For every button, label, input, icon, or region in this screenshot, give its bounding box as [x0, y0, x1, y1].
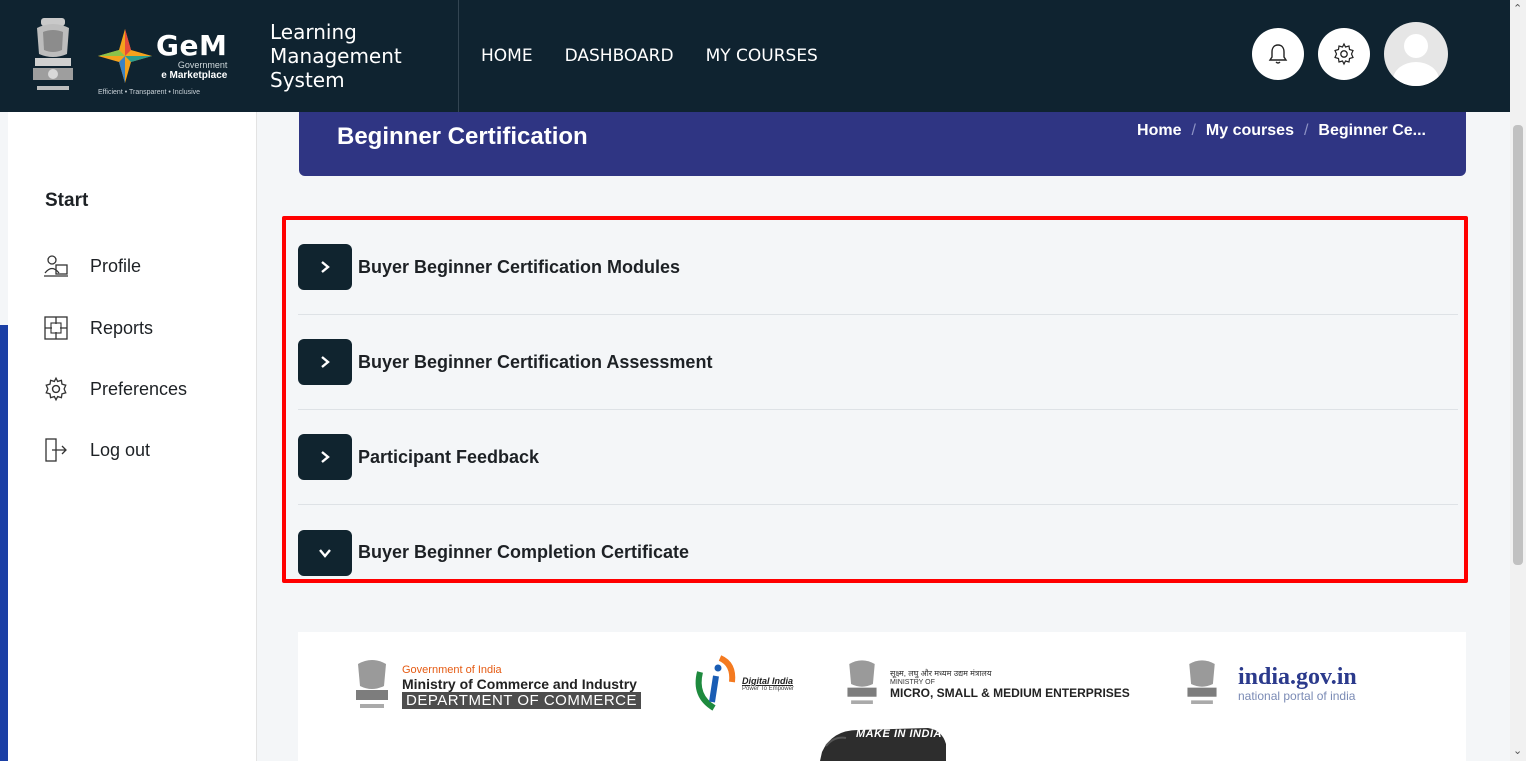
avatar-body — [1393, 62, 1439, 86]
sidebar-item-label: Log out — [90, 439, 151, 460]
section-title[interactable]: Participant Feedback — [358, 447, 539, 468]
emblem-icon — [847, 660, 877, 704]
sidebar-item-label: Reports — [90, 317, 154, 338]
sidebar-item-reports[interactable]: Reports — [42, 312, 153, 344]
section-toggle[interactable] — [298, 434, 352, 480]
section-toggle[interactable] — [298, 244, 352, 290]
digital-india-tagline: Power To Empower — [742, 686, 794, 692]
user-avatar[interactable] — [1384, 22, 1448, 86]
commerce-goi: Government of India — [402, 663, 502, 676]
gear-icon — [1334, 42, 1354, 66]
background-strip — [0, 325, 8, 761]
gem-star-icon — [98, 29, 152, 83]
digital-india-icon — [695, 655, 736, 711]
section-toggle[interactable] — [298, 339, 352, 385]
make-in-india-text: MAKE IN INDIA — [856, 728, 942, 740]
digital-india-title: Digital India — [742, 676, 794, 686]
chevron-right-icon — [321, 451, 330, 463]
scrollbar[interactable]: ⌃ ⌄ — [1510, 0, 1526, 761]
course-sections: Buyer Beginner Certification Modules Buy… — [282, 216, 1468, 583]
profile-icon — [42, 252, 70, 280]
bell-icon — [1268, 44, 1288, 64]
chevron-down-icon — [319, 548, 331, 558]
india-gov-main: india.gov.in — [1238, 664, 1357, 690]
footer-logos: Government of India Ministry of Commerce… — [298, 632, 1466, 761]
section-row[interactable]: Buyer Beginner Certification Modules — [298, 220, 1458, 315]
digital-india-logo[interactable]: Digital India Power To Empower — [690, 652, 794, 716]
nav-dashboard[interactable]: DASHBOARD — [565, 46, 674, 66]
section-row[interactable]: Participant Feedback — [298, 410, 1458, 505]
sidebar-item-profile[interactable]: Profile — [42, 250, 141, 282]
section-title[interactable]: Buyer Beginner Completion Certificate — [358, 542, 689, 563]
emblem-icon — [1187, 660, 1217, 704]
breadcrumb-my-courses[interactable]: My courses — [1206, 122, 1294, 140]
logout-icon — [42, 436, 70, 464]
gem-wordmark: GeM — [156, 28, 228, 62]
navbar-divider — [458, 0, 459, 112]
gear-icon — [42, 375, 70, 403]
sidebar-item-logout[interactable]: Log out — [42, 434, 150, 466]
breadcrumb-separator: / — [1191, 122, 1196, 139]
avatar-head — [1404, 34, 1428, 58]
user-controls — [1252, 22, 1448, 86]
page-header: Beginner Certification Home / My courses… — [299, 112, 1466, 176]
gem-sub2: e Marketplace — [161, 69, 228, 81]
msme-ministry-of: MINISTRY OF — [890, 679, 935, 686]
breadcrumb-home[interactable]: Home — [1137, 122, 1181, 140]
main-nav: HOME DASHBOARD MY COURSES — [481, 46, 818, 66]
gem-tagline: Efficient • Transparent • Inclusive — [98, 89, 201, 96]
emblem-icon — [356, 660, 388, 708]
gem-logo[interactable]: GeM Government e Marketplace Efficient •… — [96, 6, 248, 106]
sidebar-heading: Start — [45, 190, 89, 211]
section-title[interactable]: Buyer Beginner Certification Modules — [358, 257, 680, 278]
lms-title: Learning Management System — [270, 20, 402, 92]
section-row[interactable]: Buyer Beginner Completion Certificate — [298, 505, 1458, 600]
scroll-down-icon[interactable]: ⌄ — [1513, 744, 1522, 757]
make-in-india-logo[interactable]: MAKE IN INDIA — [818, 722, 948, 761]
india-gov-sub: national portal of india — [1238, 689, 1356, 703]
settings-button[interactable] — [1318, 28, 1370, 80]
national-emblem-icon — [18, 11, 88, 101]
breadcrumb: Home / My courses / Beginner Ce... — [1137, 122, 1426, 140]
scroll-up-icon[interactable]: ⌃ — [1513, 2, 1522, 15]
section-row[interactable]: Buyer Beginner Certification Assessment — [298, 315, 1458, 410]
section-toggle[interactable] — [298, 529, 352, 576]
gem-sub1: Government — [177, 59, 228, 70]
india-gov-logo[interactable]: india.gov.in national portal of india — [1182, 654, 1357, 714]
nav-my-courses[interactable]: MY COURSES — [706, 46, 818, 66]
sidebar: Start Profile Reports Preferences Log ou… — [8, 112, 257, 761]
msme-name: MICRO, SMALL & MEDIUM ENTERPRISES — [890, 686, 1130, 700]
sidebar-item-label: Preferences — [90, 378, 188, 399]
section-title[interactable]: Buyer Beginner Certification Assessment — [358, 352, 712, 373]
breadcrumb-separator: / — [1303, 122, 1309, 139]
top-navbar: GeM Government e Marketplace Efficient •… — [0, 0, 1510, 112]
scroll-thumb[interactable] — [1513, 125, 1523, 565]
breadcrumb-current[interactable]: Beginner Ce... — [1318, 122, 1426, 140]
page-title: Beginner Certification — [337, 123, 588, 150]
brand: GeM Government e Marketplace Efficient •… — [0, 0, 248, 112]
reports-icon — [42, 314, 70, 342]
commerce-ministry: Ministry of Commerce and Industry — [402, 675, 637, 692]
msme-logo[interactable]: सूक्ष्म, लघु और मध्यम उद्यम मंत्रालय MIN… — [842, 654, 1130, 714]
chevron-right-icon — [321, 356, 330, 368]
sidebar-item-label: Profile — [90, 255, 142, 276]
chevron-right-icon — [321, 261, 330, 273]
sidebar-item-preferences[interactable]: Preferences — [42, 373, 187, 405]
commerce-logo[interactable]: Government of India Ministry of Commerce… — [350, 654, 642, 718]
notifications-button[interactable] — [1252, 28, 1304, 80]
commerce-dept: DEPARTMENT OF COMMERCE — [402, 691, 642, 709]
nav-home[interactable]: HOME — [481, 46, 533, 66]
msme-hindi: सूक्ष्म, लघु और मध्यम उद्यम मंत्रालय — [890, 669, 992, 678]
